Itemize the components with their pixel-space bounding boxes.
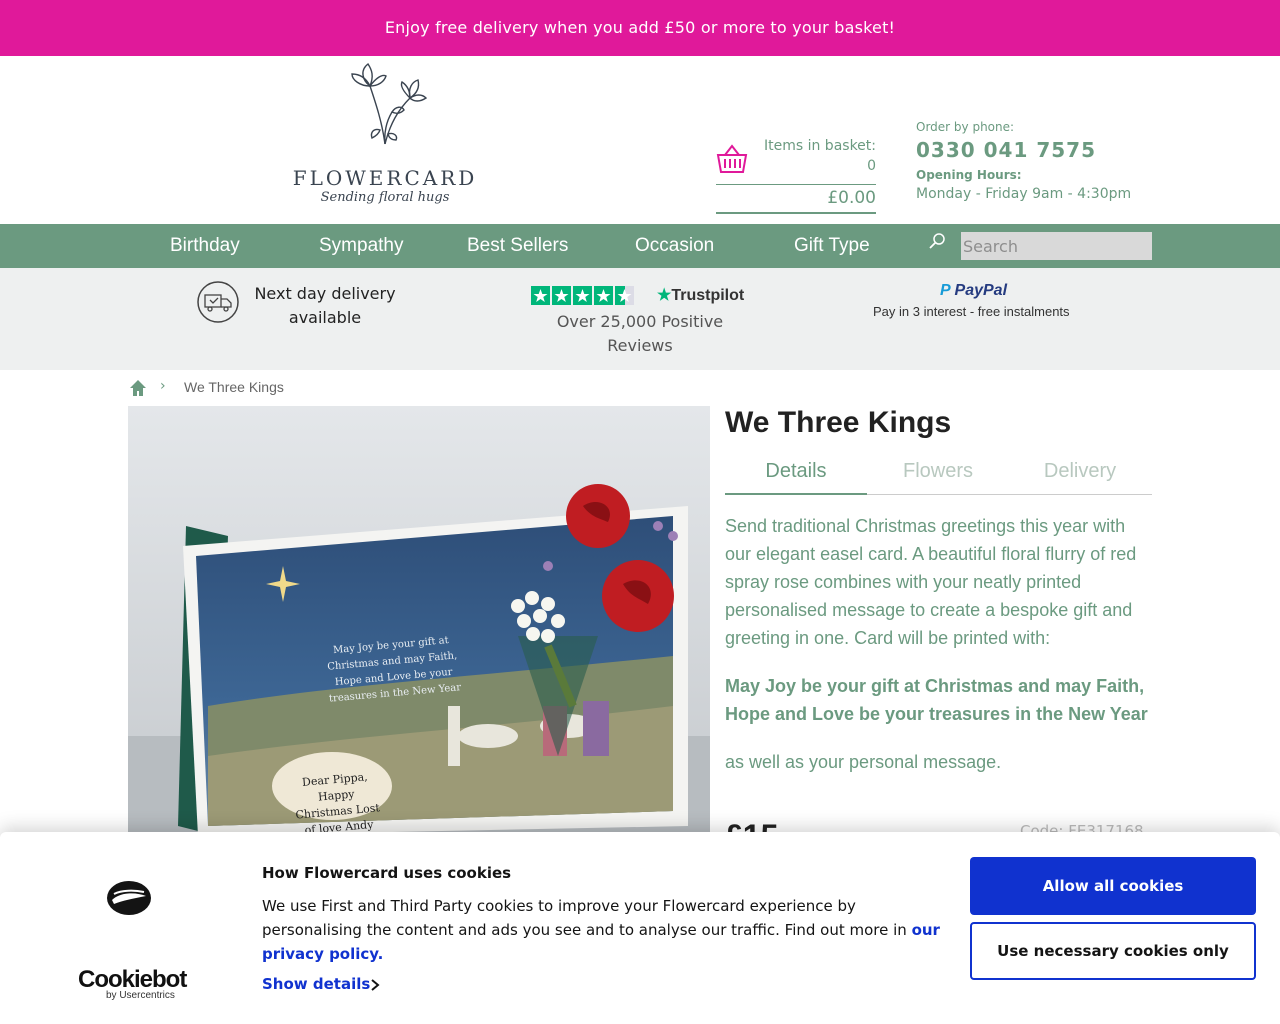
nav-item-sympathy[interactable]: Sympathy [319,224,403,268]
reviews-count: Over 25,000 Positive Reviews [556,312,724,355]
trustpilot-stars-icon [531,286,634,305]
contact-block: Order by phone: 0330 041 7575 Opening Ho… [916,120,1131,202]
basket-items-label: Items in basket: [763,138,876,154]
main-nav: Birthday Sympathy Best Sellers Occasion … [0,224,1280,268]
product-title: We Three Kings [725,406,952,439]
cookie-banner: Cookiebot by Usercentrics How Flowercard… [0,832,1280,1024]
order-phone-label: Order by phone: [916,120,1015,134]
cookie-title: How Flowercard uses cookies [262,864,512,882]
basket-summary[interactable]: Items in basket: 0 £0.00 [716,136,876,214]
basket-divider [716,184,876,185]
phone-number[interactable]: 0330 041 7575 [916,138,1131,162]
trustpilot-star-icon: ★ [657,287,672,304]
opening-hours: Monday - Friday 9am - 4:30pm [916,186,1132,202]
tab-delivery[interactable]: Delivery [1009,460,1151,483]
paypal-brand: PayPal [954,282,1008,299]
cookie-body: We use First and Third Party cookies to … [262,894,942,966]
product-description: Send traditional Christmas greetings thi… [725,516,1137,648]
basket-count: 0 [867,158,876,174]
cookie-body-text: We use First and Third Party cookies to … [262,897,912,939]
breadcrumb-current: We Three Kings [184,379,284,395]
trustpilot-brand: Trustpilot [671,287,745,304]
search-input[interactable] [961,232,1152,260]
show-details-link[interactable]: Show details [262,975,370,993]
cookiebot-badge-icon [107,881,151,915]
basket-total: £0.00 [827,188,876,208]
product-tabs: Details Flowers Delivery [725,455,1152,495]
delivery-truck-icon [197,281,239,323]
basket-label: Items in basket: 0 [764,136,876,176]
trust-bar: Next day delivery available ★Trustpilot … [0,268,1280,370]
site-header: FLOWERCARD Sending floral hugs Items in … [0,56,1280,224]
product-image[interactable]: May Joy be your gift at Christmas and ma… [128,406,710,836]
brand-tagline: Sending floral hugs [320,190,450,205]
chevron-right-icon[interactable] [370,978,380,992]
card-personal-message: Dear Pippa, Happy Christmas Lost of love… [295,770,381,836]
tab-flowers[interactable]: Flowers [867,460,1009,483]
flowercard-logo[interactable]: FLOWERCARD Sending floral hugs [280,62,490,218]
nav-item-best-sellers[interactable]: Best Sellers [467,224,568,268]
promo-banner: Enjoy free delivery when you add £50 or … [0,0,1280,56]
basket-icon [716,144,748,173]
paypal-p-icon: P [940,282,951,299]
flower-logo-icon [351,62,428,145]
nav-item-occasion[interactable]: Occasion [635,224,714,268]
search-icon[interactable] [928,232,946,250]
card-message: May Joy be your gift at Christmas and ma… [326,635,462,705]
opening-hours-label: Opening Hours: [916,168,1022,182]
paypal-logo: P PayPal [940,282,1007,300]
nav-item-gift-type[interactable]: Gift Type [794,224,870,268]
nav-item-birthday[interactable]: Birthday [170,224,240,268]
chevron-right-icon: › [160,378,166,394]
trustpilot-logo[interactable]: ★Trustpilot [657,285,744,305]
christmas-card-illustration [128,406,710,836]
next-day-delivery-text: Next day delivery available [254,284,396,327]
tab-details[interactable]: Details [725,460,867,495]
brand-name: FLOWERCARD [292,166,478,190]
cookiebot-by: by Usercentrics [106,990,175,1001]
paypal-instalments: Pay in 3 interest - free instalments [873,304,1070,319]
basket-underline [716,212,876,214]
promo-text: Enjoy free delivery when you add £50 or … [384,18,896,37]
necessary-cookies-button[interactable]: Use necessary cookies only [970,922,1256,980]
description-tail: as well as your personal message. [725,752,1002,772]
home-icon[interactable] [128,378,148,398]
allow-all-cookies-button[interactable]: Allow all cookies [970,857,1256,915]
card-verse: May Joy be your gift at Christmas and ma… [725,676,1148,724]
